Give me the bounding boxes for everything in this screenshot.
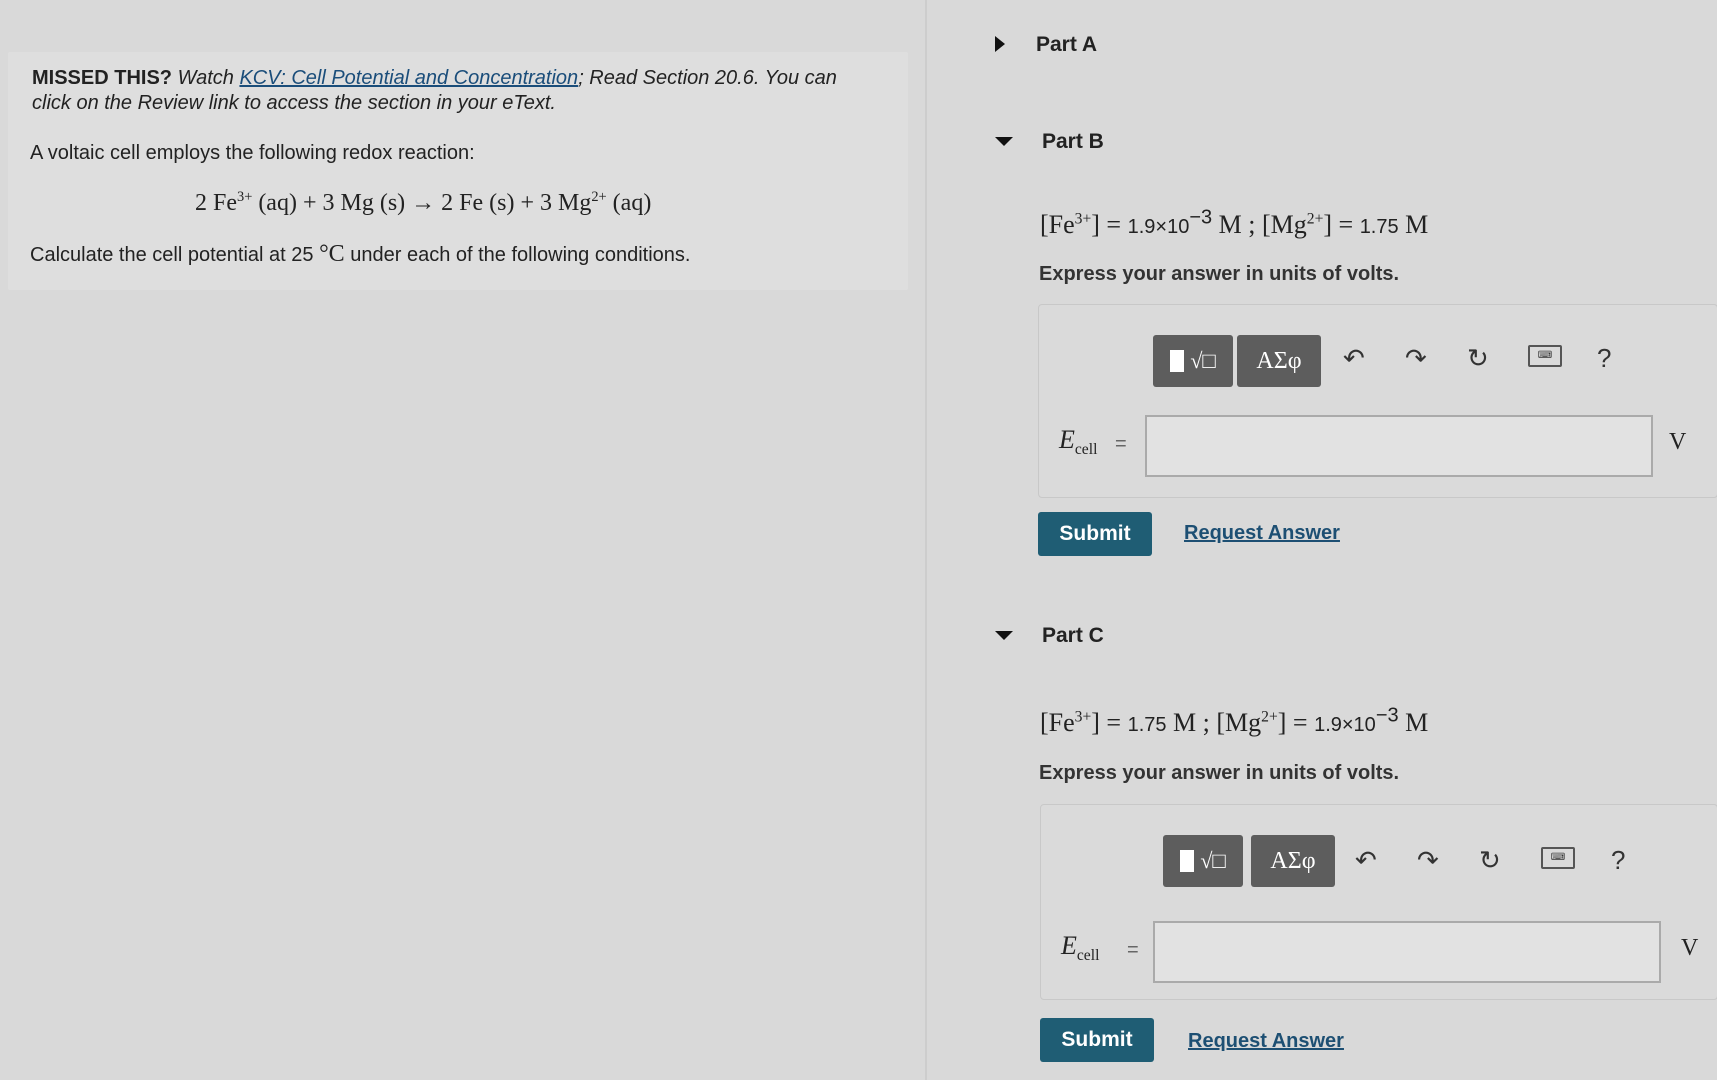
templates-button[interactable]: √□ <box>1163 835 1243 887</box>
part-b-express: Express your answer in units of volts. <box>1039 263 1400 285</box>
templates-button[interactable]: √□ <box>1153 335 1233 387</box>
part-c-submit-button[interactable]: Submit <box>1040 1018 1154 1062</box>
part-b-header[interactable]: Part B <box>1042 130 1104 154</box>
greek-symbols-button[interactable]: ΑΣφ <box>1251 835 1335 887</box>
collapse-arrow-icon[interactable] <box>995 137 1013 146</box>
panel-divider <box>925 0 927 1080</box>
watch-text: Watch <box>172 67 240 89</box>
part-c-header[interactable]: Part C <box>1042 624 1104 648</box>
redox-reaction: 2 Fe3+ (aq) + 3 Mg (s) → 2 Fe (s) + 3 Mg… <box>195 189 652 216</box>
expand-arrow-icon[interactable] <box>995 36 1005 52</box>
redo-icon[interactable]: ↷ <box>1405 343 1427 374</box>
greek-symbols-button[interactable]: ΑΣφ <box>1237 335 1321 387</box>
help-icon[interactable]: ? <box>1597 343 1611 374</box>
help-icon[interactable]: ? <box>1611 845 1625 876</box>
part-c-answer-box: √□ ΑΣφ ↶ ↷ ↻ ⌨ ? Ecell = V <box>1040 804 1717 1000</box>
ecell-label: Ecell <box>1059 425 1098 459</box>
missed-this-note: MISSED THIS? Watch KCV: Cell Potential a… <box>32 66 872 116</box>
part-c-unit: V <box>1681 935 1699 961</box>
reset-icon[interactable]: ↻ <box>1479 845 1501 876</box>
part-c-express: Express your answer in units of volts. <box>1039 762 1400 784</box>
part-b-answer-box: √□ ΑΣφ ↶ ↷ ↻ ⌨ ? Ecell = V <box>1038 304 1717 498</box>
undo-icon[interactable]: ↶ <box>1343 343 1365 374</box>
undo-icon[interactable]: ↶ <box>1355 845 1377 876</box>
part-b-answer-input[interactable] <box>1145 415 1653 477</box>
calc-instructions: Calculate the cell potential at 25 °C un… <box>30 241 691 267</box>
part-a-header[interactable]: Part A <box>1036 33 1097 57</box>
kcv-video-link[interactable]: KCV: Cell Potential and Concentration <box>239 67 578 89</box>
missed-label: MISSED THIS? <box>32 67 173 89</box>
ecell-label: Ecell <box>1061 931 1100 965</box>
part-c-answer-input[interactable] <box>1153 921 1661 983</box>
part-b-request-answer-link[interactable]: Request Answer <box>1184 522 1340 545</box>
part-b-unit: V <box>1669 429 1687 455</box>
part-c-request-answer-link[interactable]: Request Answer <box>1188 1030 1344 1053</box>
part-c-conditions: [Fe3+] = 1.75 M ; [Mg2+] = 1.9×10−3 M <box>1040 704 1429 737</box>
equals-sign: = <box>1115 433 1127 455</box>
redo-icon[interactable]: ↷ <box>1417 845 1439 876</box>
part-b-submit-button[interactable]: Submit <box>1038 512 1152 556</box>
keyboard-icon[interactable]: ⌨ <box>1528 345 1562 367</box>
collapse-arrow-icon[interactable] <box>995 631 1013 640</box>
intro-text: A voltaic cell employs the following red… <box>30 142 475 164</box>
part-b-conditions: [Fe3+] = 1.9×10−3 M ; [Mg2+] = 1.75 M <box>1040 206 1429 239</box>
keyboard-icon[interactable]: ⌨ <box>1541 847 1575 869</box>
reset-icon[interactable]: ↻ <box>1467 343 1489 374</box>
equals-sign: = <box>1127 939 1139 961</box>
